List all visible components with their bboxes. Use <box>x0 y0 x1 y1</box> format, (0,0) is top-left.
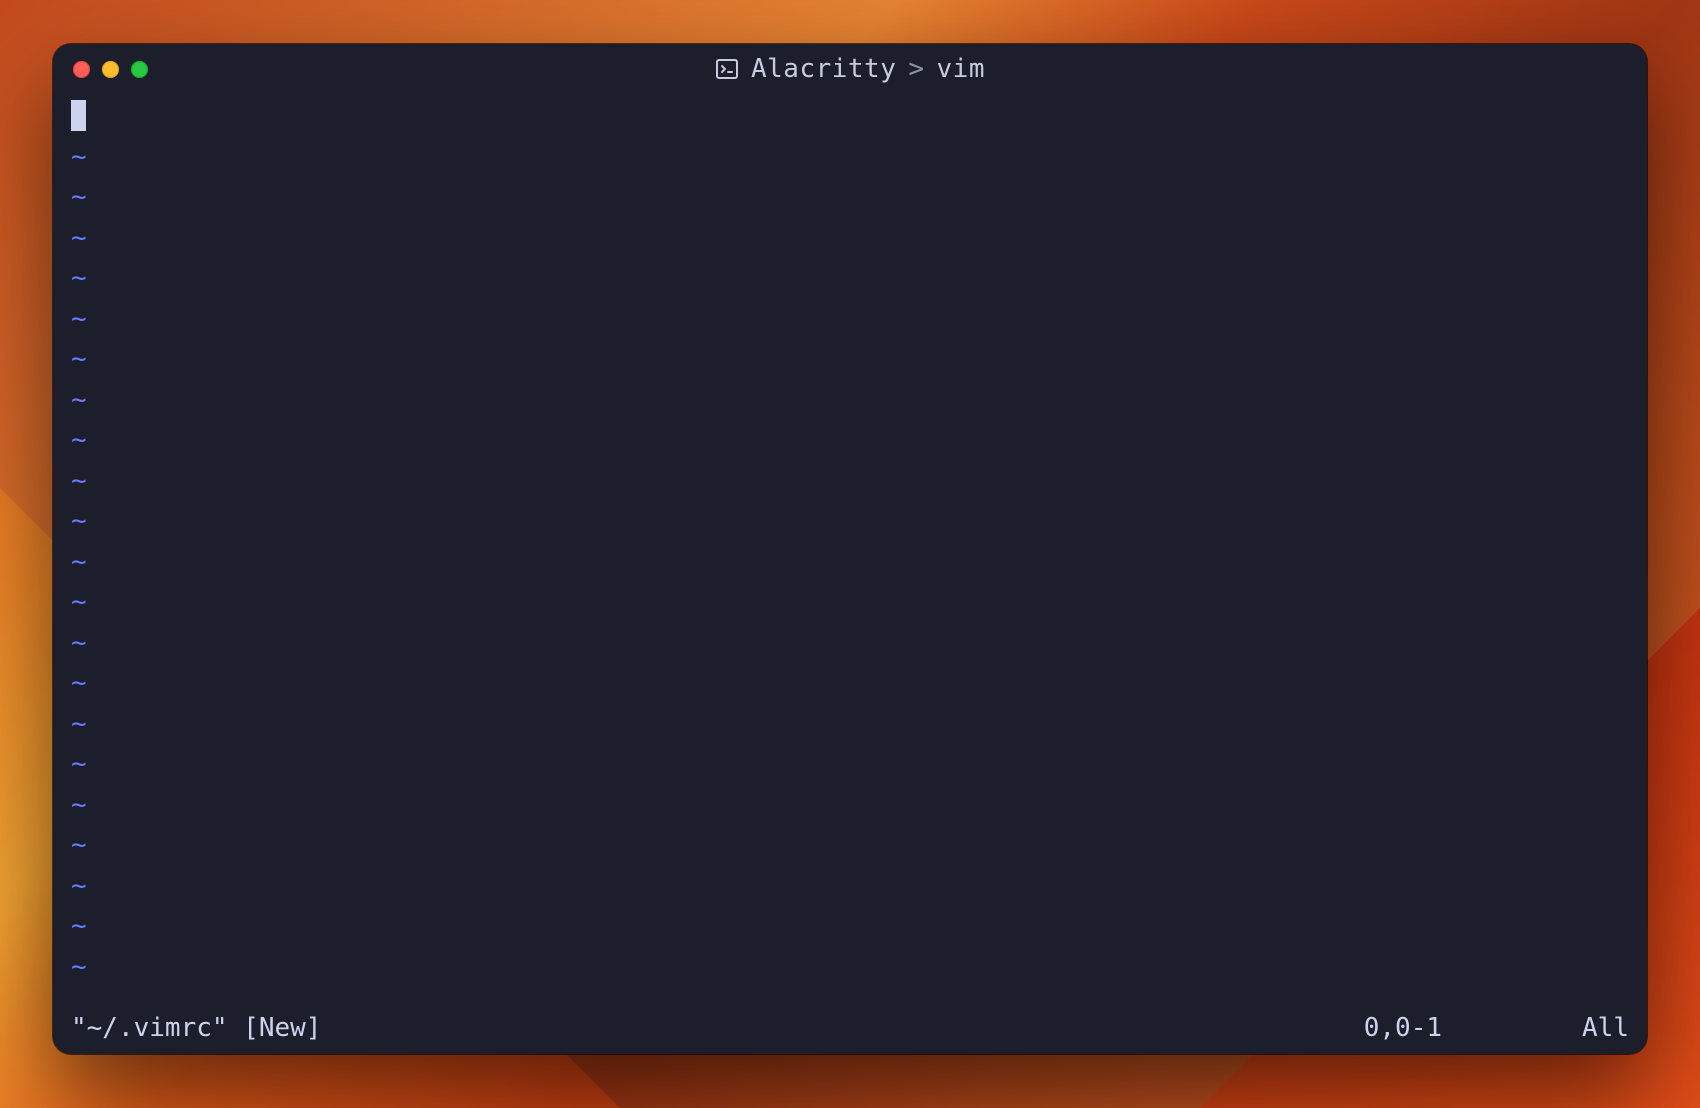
status-scroll: All <box>1582 1013 1629 1043</box>
vim-empty-line: ~ <box>71 461 1629 502</box>
vim-empty-line: ~ <box>71 866 1629 907</box>
alacritty-window: Alacritty > vim ~~~~~~~~~~~~~~~~~~~~~ "~… <box>53 44 1647 1054</box>
vim-empty-line: ~ <box>71 542 1629 583</box>
minimize-button[interactable] <box>102 61 119 78</box>
vim-empty-line: ~ <box>71 218 1629 259</box>
vim-empty-line: ~ <box>71 582 1629 623</box>
window-titlebar: Alacritty > vim <box>53 44 1647 94</box>
vim-empty-line: ~ <box>71 258 1629 299</box>
vim-empty-line: ~ <box>71 380 1629 421</box>
vim-status-line: "~/.vimrc" [New] 0,0-1 All <box>53 1008 1647 1054</box>
title-separator: > <box>908 54 924 84</box>
vim-empty-line: ~ <box>71 299 1629 340</box>
vim-cursor <box>71 100 86 131</box>
vim-empty-line: ~ <box>71 825 1629 866</box>
vim-empty-line: ~ <box>71 137 1629 178</box>
vim-editor-area[interactable]: ~~~~~~~~~~~~~~~~~~~~~ <box>53 94 1647 1008</box>
terminal-icon <box>715 57 739 81</box>
vim-empty-line: ~ <box>71 744 1629 785</box>
traffic-lights <box>73 61 148 78</box>
maximize-button[interactable] <box>131 61 148 78</box>
status-file-info: "~/.vimrc" [New] <box>71 1013 321 1043</box>
vim-empty-line: ~ <box>71 177 1629 218</box>
vim-empty-line: ~ <box>71 420 1629 461</box>
vim-empty-line: ~ <box>71 339 1629 380</box>
vim-empty-line: ~ <box>71 501 1629 542</box>
vim-empty-line: ~ <box>71 947 1629 988</box>
vim-empty-line: ~ <box>71 663 1629 704</box>
title-app-name: Alacritty <box>751 54 896 84</box>
title-process: vim <box>937 54 985 84</box>
vim-line <box>71 96 1629 137</box>
window-title: Alacritty > vim <box>53 44 1647 94</box>
vim-empty-line: ~ <box>71 623 1629 664</box>
vim-empty-line: ~ <box>71 785 1629 826</box>
vim-empty-line: ~ <box>71 906 1629 947</box>
vim-empty-line: ~ <box>71 704 1629 745</box>
status-cursor-position: 0,0-1 <box>1364 1013 1442 1043</box>
close-button[interactable] <box>73 61 90 78</box>
